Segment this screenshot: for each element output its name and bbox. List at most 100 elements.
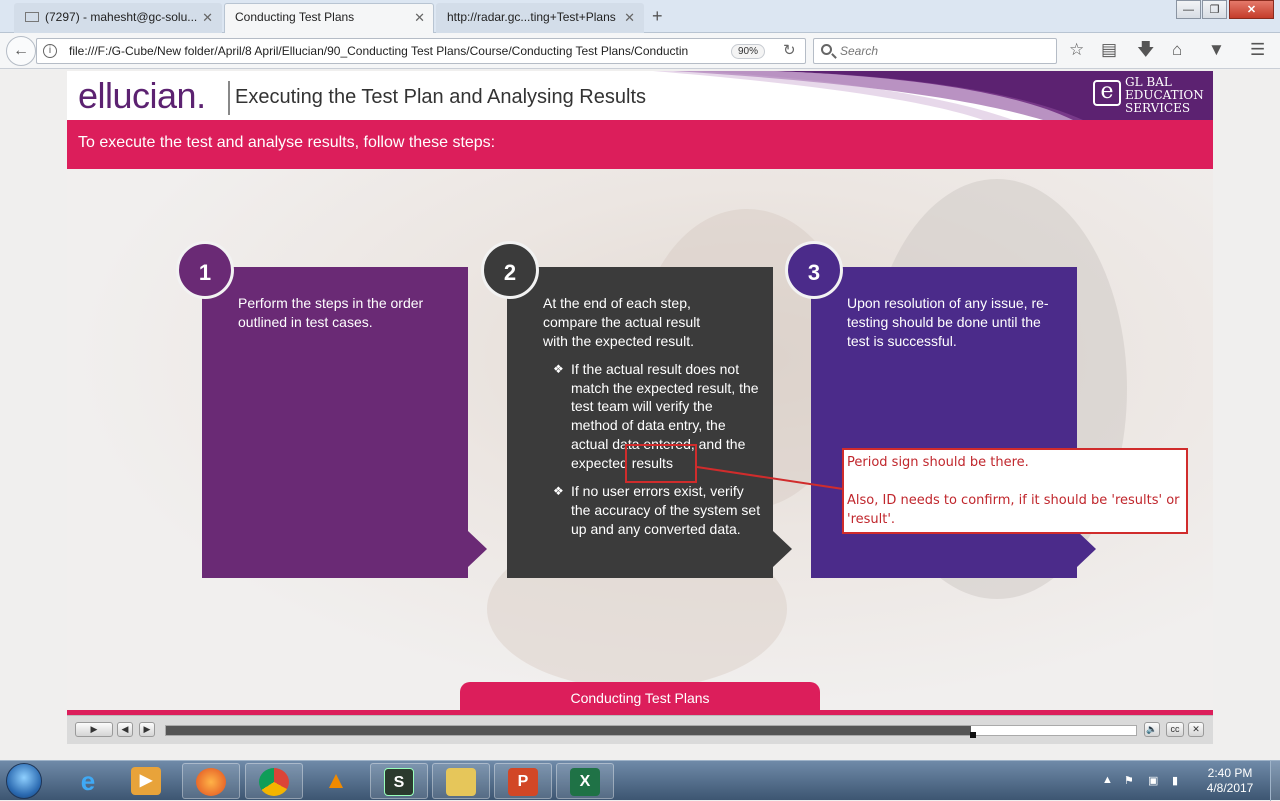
taskbar-app-excel[interactable]: X (556, 763, 614, 799)
tab-label: (7297) - mahesht@gc-solu... (45, 10, 198, 24)
mail-icon (25, 12, 39, 22)
excel-icon: X (570, 768, 600, 796)
start-button[interactable] (6, 763, 42, 799)
bullet-text: If no user errors exist, verify the accu… (571, 483, 761, 537)
reload-icon[interactable]: ↻ (783, 41, 796, 59)
progress-fill (166, 726, 972, 735)
play-button[interactable]: ▶ (75, 722, 113, 737)
ges-wordmark: GL BAL EDUCATION SERVICES (1125, 76, 1204, 115)
volume-button[interactable]: 🔈 (1144, 722, 1160, 737)
review-comment-line-2: Also, ID needs to confirm, if it should … (847, 493, 1180, 527)
step-number-badge: 3 (785, 241, 843, 299)
taskbar-app-chrome[interactable] (245, 763, 303, 799)
tab-label: http://radar.gc...ting+Test+Plans (447, 10, 616, 24)
review-comment-line-1: Period sign should be there. (847, 455, 1029, 470)
new-tab-button[interactable]: + (652, 4, 663, 28)
taskbar-app-vlc[interactable]: ▲ (308, 763, 366, 799)
back-button[interactable]: ← (6, 36, 36, 66)
cc-button[interactable]: cc (1166, 722, 1184, 737)
sumatra-icon: S (384, 768, 414, 796)
download-icon[interactable]: 🡇 (1137, 41, 1154, 59)
skip-back-icon: ◀ (121, 724, 129, 734)
vlc-icon: ▲ (324, 767, 348, 794)
step-text: Upon resolution of any issue, re-testing… (847, 295, 1049, 349)
taskbar-app-media-player[interactable]: ▶ (118, 763, 176, 799)
course-title-tab: Conducting Test Plans (460, 682, 820, 712)
ges-line-3: SERVICES (1125, 101, 1191, 115)
prev-button[interactable]: ◀ (117, 722, 133, 737)
closed-caption-icon: cc (1170, 724, 1180, 734)
show-hidden-icons-icon[interactable]: ▲ (1102, 774, 1113, 786)
firefox-icon (196, 768, 226, 796)
reading-list-icon[interactable]: ▤ (1101, 41, 1117, 59)
tab-conducting-test-plans[interactable]: Conducting Test Plans ✕ (224, 3, 434, 33)
step-number-badge: 1 (176, 241, 234, 299)
review-comment-box: Period sign should be there. Also, ID ne… (842, 448, 1188, 534)
progress-bar[interactable] (165, 725, 1137, 738)
taskbar-app-sumatra[interactable]: S (370, 763, 428, 799)
next-button[interactable]: ▶ (139, 722, 155, 737)
page-title: Executing the Test Plan and Analysing Re… (235, 86, 646, 108)
url-text[interactable]: file:///F:/G-Cube/New folder/April/8 Apr… (69, 39, 709, 63)
tab-label: Conducting Test Plans (235, 10, 355, 24)
search-input[interactable]: Search (813, 38, 1057, 64)
diamond-bullet-icon: ❖ (553, 362, 564, 376)
zoom-level-badge[interactable]: 90% (731, 44, 766, 59)
search-placeholder: Search (840, 44, 879, 58)
step-text: Perform the steps in the order outlined … (238, 295, 424, 330)
intro-text: To execute the test and analyse results,… (78, 134, 496, 151)
action-center-icon[interactable]: ⚑ (1124, 774, 1134, 787)
system-clock[interactable]: 2:40 PM 4/8/2017 (1196, 766, 1264, 796)
pocket-icon[interactable]: ▼ (1208, 41, 1225, 59)
step-arrow (468, 531, 487, 567)
show-desktop-button[interactable] (1270, 761, 1280, 801)
taskbar-app-powerpoint[interactable]: P (494, 763, 552, 799)
home-icon[interactable]: ⌂ (1172, 41, 1182, 59)
intro-band: To execute the test and analyse results,… (67, 120, 1213, 169)
list-item: ❖ If no user errors exist, verify the acc… (553, 482, 763, 538)
maximize-button[interactable]: ❐ (1202, 0, 1227, 19)
browser-tab-bar: (7297) - mahesht@gc-solu... ✕ Conducting… (0, 0, 1280, 33)
info-icon[interactable]: i (43, 44, 57, 58)
close-icon: ✕ (1192, 724, 1200, 734)
minimize-button[interactable]: — (1176, 0, 1201, 19)
network-icon[interactable]: ▣ (1148, 774, 1158, 787)
volume-icon: 🔈 (1146, 724, 1158, 734)
skip-forward-icon: ▶ (143, 724, 151, 734)
volume-tray-icon[interactable]: ▮ (1172, 774, 1178, 787)
powerpoint-icon: P (508, 768, 538, 796)
tab-mail[interactable]: (7297) - mahesht@gc-solu... ✕ (14, 3, 222, 33)
clock-date: 4/8/2017 (1206, 781, 1254, 795)
taskbar-app-firefox[interactable] (182, 763, 240, 799)
search-icon (821, 44, 832, 55)
global-education-services-logo: e GL BAL EDUCATION SERVICES (1089, 74, 1207, 118)
player-controls: ▶ ◀ ▶ 🔈 cc ✕ (67, 715, 1213, 744)
chrome-icon (259, 768, 289, 796)
close-window-button[interactable]: ✕ (1229, 0, 1274, 19)
menu-icon[interactable]: ☰ (1250, 41, 1265, 59)
step-text: At the end of each step, compare the act… (543, 295, 701, 349)
navigation-toolbar: ← i file:///F:/G-Cube/New folder/April/8… (0, 33, 1280, 69)
step-arrow (773, 531, 792, 567)
progress-knob[interactable] (970, 732, 977, 738)
close-tab-icon[interactable]: ✕ (414, 4, 425, 31)
url-bar[interactable]: i file:///F:/G-Cube/New folder/April/8 A… (36, 38, 806, 64)
play-icon: ▶ (90, 724, 98, 734)
course-header: ellucian. Executing the Test Plan and An… (67, 71, 1213, 120)
taskbar-app-ie[interactable]: e (60, 763, 118, 799)
close-tab-icon[interactable]: ✕ (202, 4, 213, 31)
diamond-bullet-icon: ❖ (553, 484, 564, 499)
file-explorer-icon (446, 768, 476, 796)
step-card-1: 1 Perform the steps in the order outline… (176, 241, 487, 578)
taskbar-app-file-explorer[interactable] (432, 763, 490, 799)
clock-time: 2:40 PM (1207, 766, 1253, 780)
ges-e-mark: e (1093, 80, 1121, 106)
media-player-icon: ▶ (131, 767, 161, 795)
step-arrow (1077, 531, 1096, 567)
close-button[interactable]: ✕ (1188, 722, 1204, 737)
ellucian-logo: ellucian. (78, 75, 206, 116)
step-card-2: 2 At the end of each step, compare the a… (481, 241, 792, 578)
tab-radar[interactable]: http://radar.gc...ting+Test+Plans ✕ (436, 3, 644, 33)
bookmark-star-icon[interactable]: ☆ (1069, 41, 1084, 59)
close-tab-icon[interactable]: ✕ (624, 4, 635, 31)
